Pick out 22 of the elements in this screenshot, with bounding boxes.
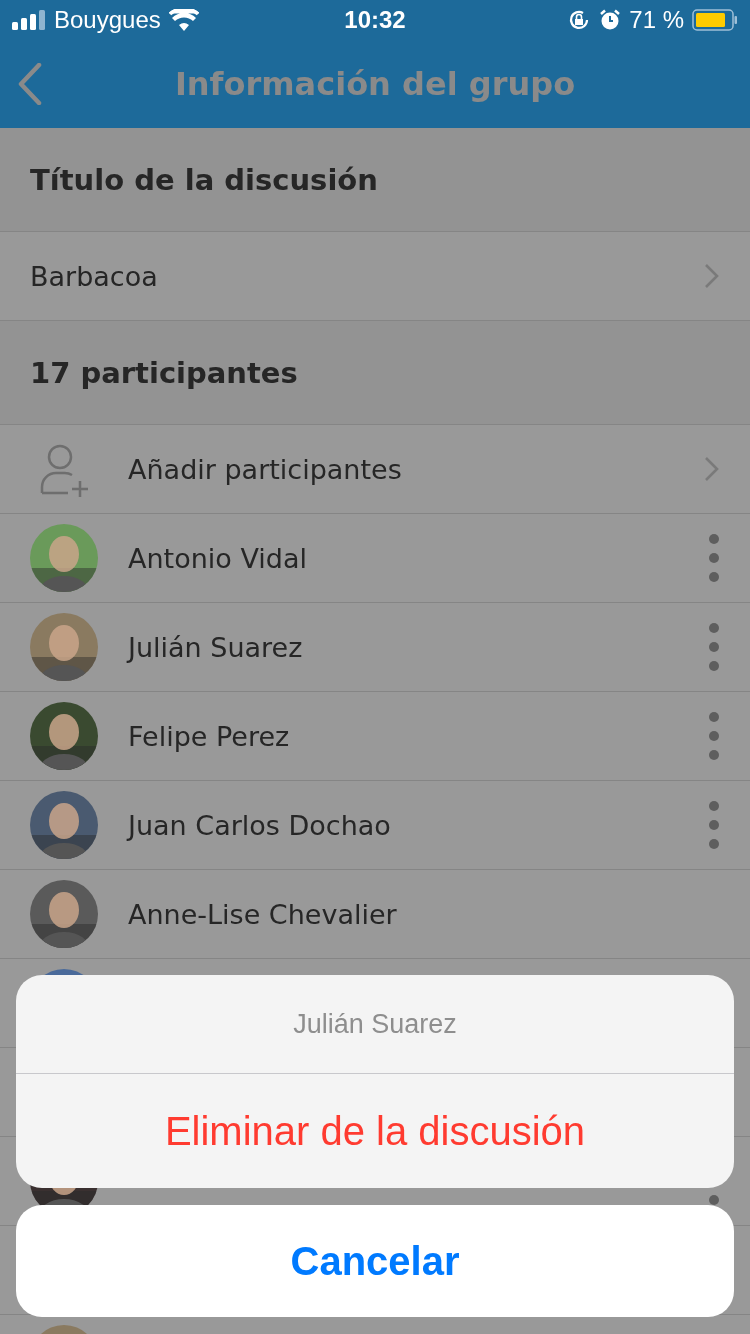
add-participants-row[interactable]: Añadir participantes [0, 425, 750, 514]
participant-row[interactable]: Anne-Lise Chevalier [0, 870, 750, 959]
clock-time: 10:32 [343, 6, 407, 34]
participant-row[interactable]: Antonio Vidal [0, 514, 750, 603]
participant-name: Felipe Perez [128, 720, 290, 752]
screen-title: Información del grupo [174, 65, 576, 103]
sheet-title: Julián Suarez [293, 1008, 457, 1040]
participant-name: Juan Carlos Dochao [128, 809, 391, 841]
cancel-button[interactable]: Cancelar [16, 1205, 734, 1317]
remove-button[interactable]: Eliminar de la discusión [16, 1074, 734, 1188]
participant-name: Julián Suarez [128, 631, 303, 663]
participant-row[interactable]: Juan Carlos Dochao [0, 781, 750, 870]
add-participants-label: Añadir participantes [128, 453, 402, 485]
section-header: 17 participantes [30, 355, 298, 390]
participant-row[interactable]: Felipe Perez [0, 692, 750, 781]
battery-percent: 71 % [629, 6, 684, 34]
discussion-title: Barbacoa [30, 260, 158, 292]
carrier-name: Bouygues [54, 6, 161, 34]
participant-row[interactable]: Julián Suarez [0, 603, 750, 692]
section-header: Título de la discusión [30, 162, 378, 197]
participant-name: Antonio Vidal [128, 542, 307, 574]
participant-name: Anne-Lise Chevalier [128, 898, 397, 930]
